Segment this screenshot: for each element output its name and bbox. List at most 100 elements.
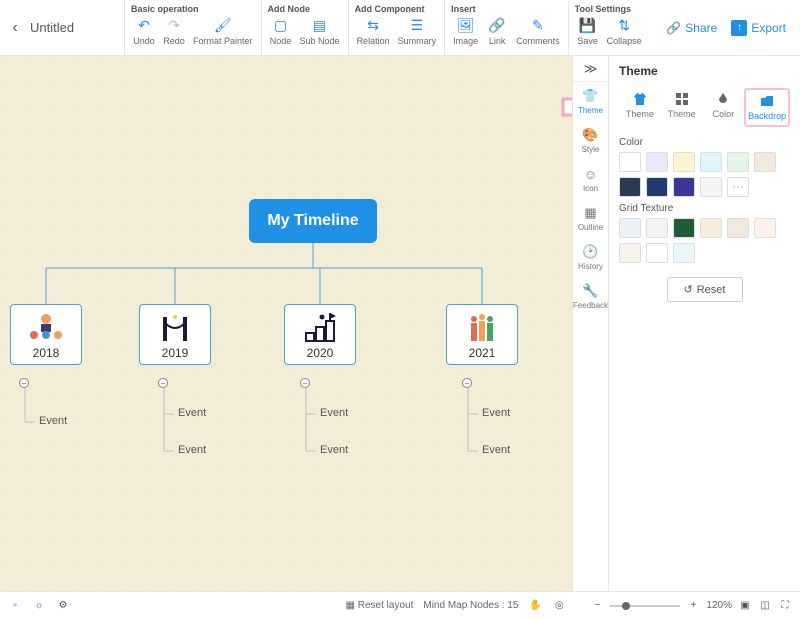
rail-outline[interactable]: ▦Outline <box>573 199 608 238</box>
year-image <box>300 311 340 343</box>
color-swatch[interactable] <box>673 152 695 172</box>
format-painter-icon: 🖌 <box>214 16 232 34</box>
share-button[interactable]: 🔗Share <box>666 21 717 35</box>
canvas[interactable]: My Timeline 2018 − 2019 − 2020 − 2021 − … <box>0 56 608 591</box>
rail-feedback[interactable]: 🔧Feedback <box>573 277 608 316</box>
link-button[interactable]: 🔗Link <box>484 16 510 46</box>
format-painter-button[interactable]: 🖌Format Painter <box>191 16 255 46</box>
collapse-toggle[interactable]: − <box>300 378 310 388</box>
color-swatch[interactable] <box>646 152 668 172</box>
year-label: 2019 <box>162 346 189 360</box>
comments-button[interactable]: ✎Comments <box>514 16 562 46</box>
shirt-icon <box>633 92 647 106</box>
color-swatch[interactable] <box>619 177 641 197</box>
rail-style[interactable]: 🎨Style <box>573 121 608 160</box>
redo-icon: ↷ <box>165 16 183 34</box>
save-button[interactable]: 💾Save <box>575 16 601 46</box>
fullscreen-icon[interactable]: ⛶ <box>778 599 792 613</box>
collapse-toggle[interactable]: − <box>462 378 472 388</box>
collapse-button[interactable]: ⇅Collapse <box>605 16 644 46</box>
back-button[interactable]: ‹ <box>0 0 30 55</box>
comments-icon: ✎ <box>529 16 547 34</box>
event-node[interactable]: Event <box>35 415 71 427</box>
color-swatch[interactable] <box>754 152 776 172</box>
group-title: Tool Settings <box>575 4 644 14</box>
root-node[interactable]: My Timeline <box>249 199 377 243</box>
undo-icon: ↶ <box>135 16 153 34</box>
tab-color[interactable]: Color <box>703 88 745 127</box>
summary-button[interactable]: ☰Summary <box>396 16 439 46</box>
rail-history[interactable]: 🕑History <box>573 238 608 277</box>
document-title[interactable]: Untitled <box>30 0 124 55</box>
color-swatch[interactable] <box>700 177 722 197</box>
event-node[interactable]: Event <box>174 407 210 419</box>
presentation-icon[interactable]: ▫ <box>8 599 22 613</box>
event-node[interactable]: Event <box>316 407 352 419</box>
image-button[interactable]: 🖼Image <box>451 16 480 46</box>
fit-icon[interactable]: ▣ <box>738 599 752 613</box>
grid-icon <box>675 92 689 106</box>
toolbar-group-add-node: Add Node ▢Node ▤Sub Node <box>261 0 348 55</box>
more-colors[interactable]: ··· <box>727 177 749 197</box>
toolbar-group-basic: Basic operation ↶Undo ↷Redo 🖌Format Pain… <box>124 0 261 55</box>
year-node-2021[interactable]: 2021 <box>446 304 518 365</box>
color-swatch[interactable] <box>673 177 695 197</box>
expand-icon[interactable]: ◫ <box>758 599 772 613</box>
outline-icon: ▦ <box>583 205 599 221</box>
rail-icon[interactable]: ☺Icon <box>573 160 608 199</box>
rail-theme[interactable]: 👕Theme <box>573 82 608 121</box>
texture-swatch[interactable] <box>673 218 695 238</box>
tab-theme-grid[interactable]: Theme <box>661 88 703 127</box>
texture-swatch[interactable] <box>754 218 776 238</box>
settings-icon[interactable]: ⚙ <box>56 599 70 613</box>
subnode-icon: ▤ <box>311 16 329 34</box>
sub-node-button[interactable]: ▤Sub Node <box>298 16 342 46</box>
grid-icon: ▦ <box>346 600 355 611</box>
panel-title: Theme <box>619 64 790 78</box>
year-node-2018[interactable]: 2018 <box>10 304 82 365</box>
relation-button[interactable]: ⇆Relation <box>355 16 392 46</box>
group-title: Add Component <box>355 4 439 14</box>
year-image <box>26 311 66 343</box>
color-swatch[interactable] <box>619 152 641 172</box>
toolbar-group-add-component: Add Component ⇆Relation ☰Summary <box>348 0 445 55</box>
texture-swatch[interactable] <box>646 243 668 263</box>
event-node[interactable]: Event <box>174 444 210 456</box>
zoom-thumb[interactable] <box>622 602 630 610</box>
texture-swatch[interactable] <box>619 218 641 238</box>
export-button[interactable]: ↑Export <box>731 20 786 36</box>
zoom-slider[interactable] <box>610 605 680 607</box>
reset-button[interactable]: ↺Reset <box>667 277 743 302</box>
texture-swatch[interactable] <box>619 243 641 263</box>
event-node[interactable]: Event <box>478 444 514 456</box>
color-swatches: ··· <box>619 152 790 197</box>
texture-swatch[interactable] <box>727 218 749 238</box>
target-icon[interactable]: ◎ <box>552 599 566 613</box>
year-node-2020[interactable]: 2020 <box>284 304 356 365</box>
redo-button[interactable]: ↷Redo <box>161 16 187 46</box>
color-swatch[interactable] <box>700 152 722 172</box>
undo-button[interactable]: ↶Undo <box>131 16 157 46</box>
texture-swatch[interactable] <box>700 218 722 238</box>
zoom-in-button[interactable]: + <box>686 599 700 613</box>
year-node-2019[interactable]: 2019 <box>139 304 211 365</box>
collapse-toggle[interactable]: − <box>158 378 168 388</box>
zoom-out-button[interactable]: − <box>590 599 604 613</box>
history-icon: 🕑 <box>583 244 599 260</box>
share-icon: 🔗 <box>666 21 681 35</box>
collapse-toggle[interactable]: − <box>19 378 29 388</box>
brightness-icon[interactable]: ☼ <box>32 599 46 613</box>
hand-icon[interactable]: ✋ <box>528 599 542 613</box>
side-rail: ≫ 👕Theme 🎨Style ☺Icon ▦Outline 🕑History … <box>572 56 608 591</box>
color-swatch[interactable] <box>646 177 668 197</box>
panel-collapse-button[interactable]: ≫ <box>573 56 608 82</box>
texture-swatch[interactable] <box>646 218 668 238</box>
color-swatch[interactable] <box>727 152 749 172</box>
event-node[interactable]: Event <box>316 444 352 456</box>
event-node[interactable]: Event <box>478 407 514 419</box>
tab-backdrop[interactable]: Backdrop <box>744 88 790 127</box>
node-button[interactable]: ▢Node <box>268 16 294 46</box>
texture-swatch[interactable] <box>673 243 695 263</box>
tab-theme[interactable]: Theme <box>619 88 661 127</box>
reset-layout-button[interactable]: ▦ Reset layout <box>346 600 414 611</box>
